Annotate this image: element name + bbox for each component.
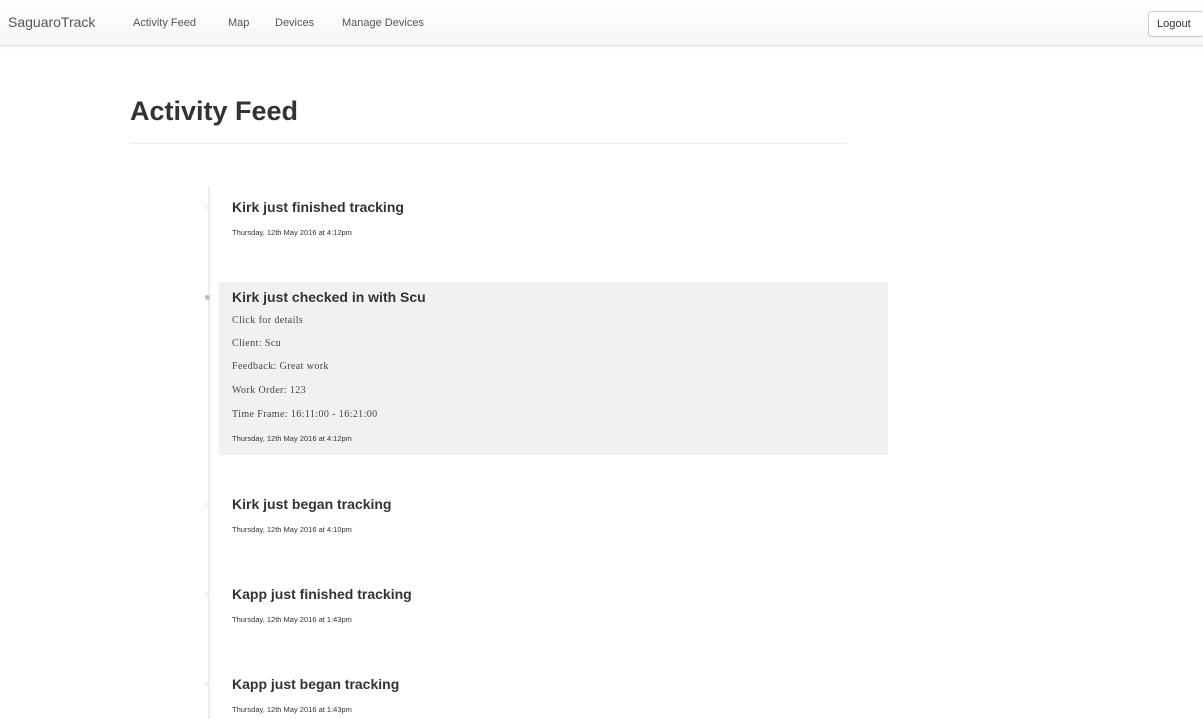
detail-client: Client: Scu (232, 338, 282, 349)
timeline-line (208, 186, 210, 719)
title-divider (130, 143, 846, 144)
detail-work-order: Work Order: 123 (232, 385, 307, 396)
logout-button[interactable]: Logout (1148, 11, 1203, 37)
feed-item-date: Thursday, 12th May 2016 at 4:10pm (232, 525, 352, 534)
feed-item-title: Kapp just began tracking (232, 676, 400, 692)
timeline-dot (205, 502, 210, 507)
timeline-dot (205, 682, 210, 687)
feed-item-date: Thursday, 12th May 2016 at 4:12pm (232, 228, 352, 237)
feed-item-title: Kirk just began tracking (232, 496, 392, 512)
nav-map[interactable]: Map (228, 17, 249, 29)
nav-activity-feed[interactable]: Activity Feed (133, 17, 196, 29)
top-navbar: SaguaroTrack Activity Feed Map Devices M… (0, 0, 1203, 46)
feed-item-date: Thursday, 12th May 2016 at 1:43pm (232, 615, 352, 624)
feed-item-title: Kirk just finished tracking (232, 199, 404, 215)
detail-time-frame: Time Frame: 16:11:00 - 16:21:00 (232, 409, 378, 420)
feed-item-title: Kapp just finished tracking (232, 586, 412, 602)
detail-feedback: Feedback: Great work (232, 361, 329, 372)
timeline-dot (205, 592, 210, 597)
click-for-details-link[interactable]: Click for details (232, 315, 303, 326)
brand-link[interactable]: SaguaroTrack (8, 14, 95, 30)
nav-manage-devices[interactable]: Manage Devices (342, 17, 424, 29)
timeline-dot (205, 295, 210, 300)
feed-item-title: Kirk just checked in with Scu (232, 289, 426, 305)
page-title: Activity Feed (130, 96, 299, 126)
timeline-dot (205, 205, 210, 210)
feed-item-date: Thursday, 12th May 2016 at 1:43pm (232, 705, 352, 714)
nav-devices[interactable]: Devices (275, 17, 314, 29)
feed-item-date: Thursday, 12th May 2016 at 4:12pm (232, 434, 352, 443)
